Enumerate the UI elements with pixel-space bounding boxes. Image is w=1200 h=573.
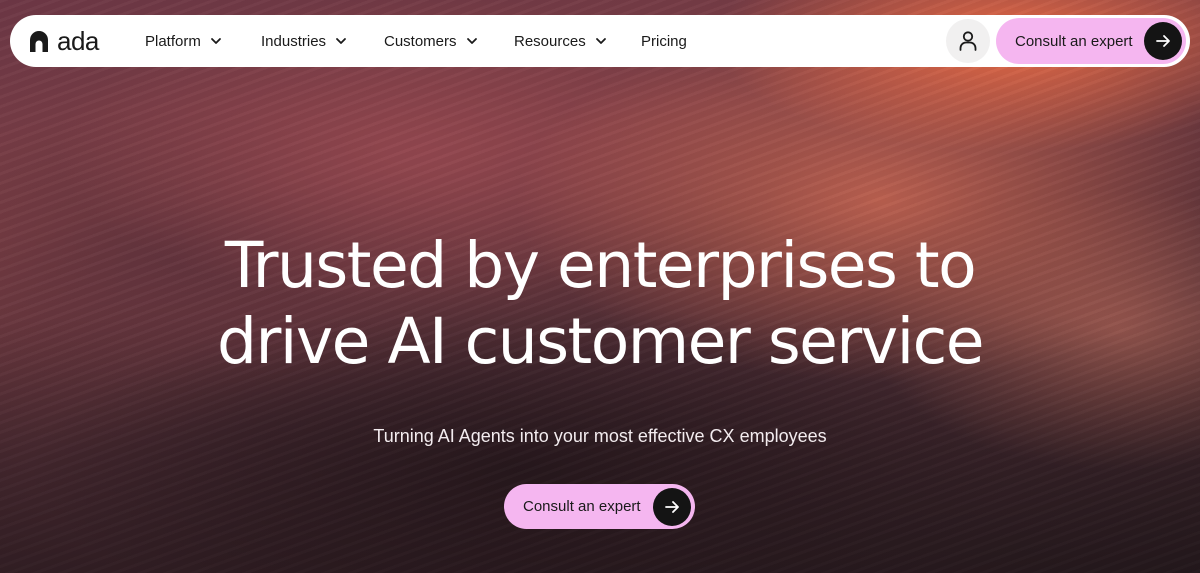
hero-subheadline: Turning AI Agents into your most effecti… bbox=[373, 426, 827, 446]
nav-item-customers[interactable]: Customers bbox=[384, 15, 478, 67]
chevron-down-icon bbox=[595, 38, 606, 44]
ada-logo-icon bbox=[28, 29, 50, 53]
nav-item-label: Customers bbox=[384, 32, 457, 50]
hero-section: ada Platform Industries Customers Resour… bbox=[0, 0, 1200, 573]
user-icon bbox=[959, 31, 977, 51]
chevron-down-icon bbox=[210, 38, 221, 44]
nav-item-pricing[interactable]: Pricing bbox=[641, 15, 687, 67]
headline-line-1: Trusted by enterprises to bbox=[224, 229, 977, 302]
nav-item-label: Pricing bbox=[641, 32, 687, 50]
headline-line-2: drive AI customer service bbox=[216, 305, 985, 378]
hero-headline: Trusted by enterprises to drive AI custo… bbox=[0, 228, 1200, 380]
nav-item-label: Industries bbox=[261, 32, 327, 50]
cta-label: Consult an expert bbox=[523, 498, 641, 515]
chevron-down-icon bbox=[336, 38, 346, 44]
brand-name: ada bbox=[57, 26, 99, 56]
top-navbar: ada Platform Industries Customers Resour… bbox=[10, 15, 1190, 67]
account-button[interactable] bbox=[946, 19, 990, 63]
nav-item-label: Resources bbox=[514, 32, 586, 50]
cta-label: Consult an expert bbox=[1015, 32, 1133, 50]
arrow-right-icon bbox=[653, 487, 691, 526]
nav-item-resources[interactable]: Resources bbox=[514, 15, 607, 67]
nav-item-platform[interactable]: Platform bbox=[145, 15, 222, 67]
brand-logo[interactable]: ada bbox=[28, 28, 99, 54]
chevron-down-icon bbox=[466, 38, 477, 44]
consult-expert-nav-button[interactable]: Consult an expert bbox=[996, 18, 1186, 64]
nav-item-label: Platform bbox=[145, 32, 201, 50]
consult-expert-hero-button[interactable]: Consult an expert bbox=[504, 484, 695, 529]
nav-item-industries[interactable]: Industries bbox=[261, 15, 347, 67]
arrow-right-icon bbox=[1144, 22, 1182, 60]
